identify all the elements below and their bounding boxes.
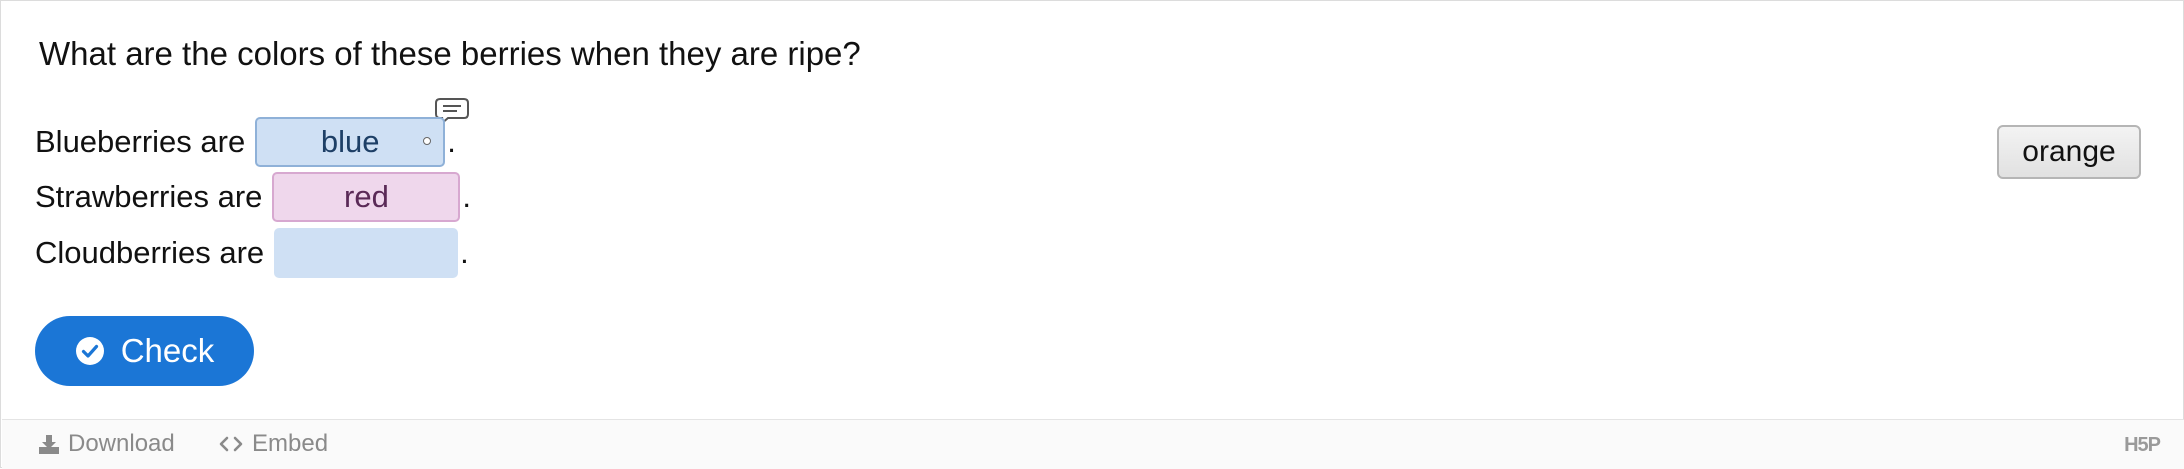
- sentence-period: .: [462, 179, 472, 214]
- download-label: Download: [68, 430, 175, 457]
- check-button[interactable]: Check: [35, 316, 254, 386]
- question-text: What are the colors of these berries whe…: [39, 35, 861, 72]
- dropzone-answer[interactable]: red: [344, 179, 389, 214]
- feedback-dot-icon: [423, 137, 432, 145]
- sentence-period: .: [447, 124, 456, 159]
- footer-bar: Download Embed H5P: [2, 419, 2184, 469]
- sentence-row: Strawberries are red .: [35, 172, 471, 222]
- embed-link[interactable]: Embed: [218, 430, 328, 458]
- sentence-period: .: [460, 235, 469, 270]
- check-circle-icon: [75, 337, 104, 365]
- check-button-label: Check: [120, 332, 215, 369]
- sentence-label: Strawberries are: [35, 179, 263, 214]
- h5p-content-frame: What are the colors of these berries whe…: [0, 0, 2184, 469]
- embed-label: Embed: [252, 430, 329, 457]
- sentence-label: Cloudberries are: [35, 235, 265, 270]
- download-icon: [39, 435, 59, 454]
- dropzone-cloudberries[interactable]: [274, 228, 459, 278]
- h5p-logo[interactable]: H5P: [2124, 434, 2161, 457]
- download-link[interactable]: Download: [38, 430, 175, 458]
- draggable-word-orange[interactable]: orange: [1997, 125, 2141, 179]
- dropzone-answer[interactable]: blue: [321, 124, 380, 159]
- dropzone-blueberries[interactable]: blue: [255, 117, 446, 167]
- code-icon: [219, 436, 243, 452]
- dropzone-strawberries[interactable]: red: [272, 172, 461, 222]
- sentence-row: Cloudberries are .: [35, 228, 469, 278]
- sentence-label: Blueberries are: [35, 124, 246, 159]
- sentence-row: Blueberries are blue .: [35, 117, 456, 167]
